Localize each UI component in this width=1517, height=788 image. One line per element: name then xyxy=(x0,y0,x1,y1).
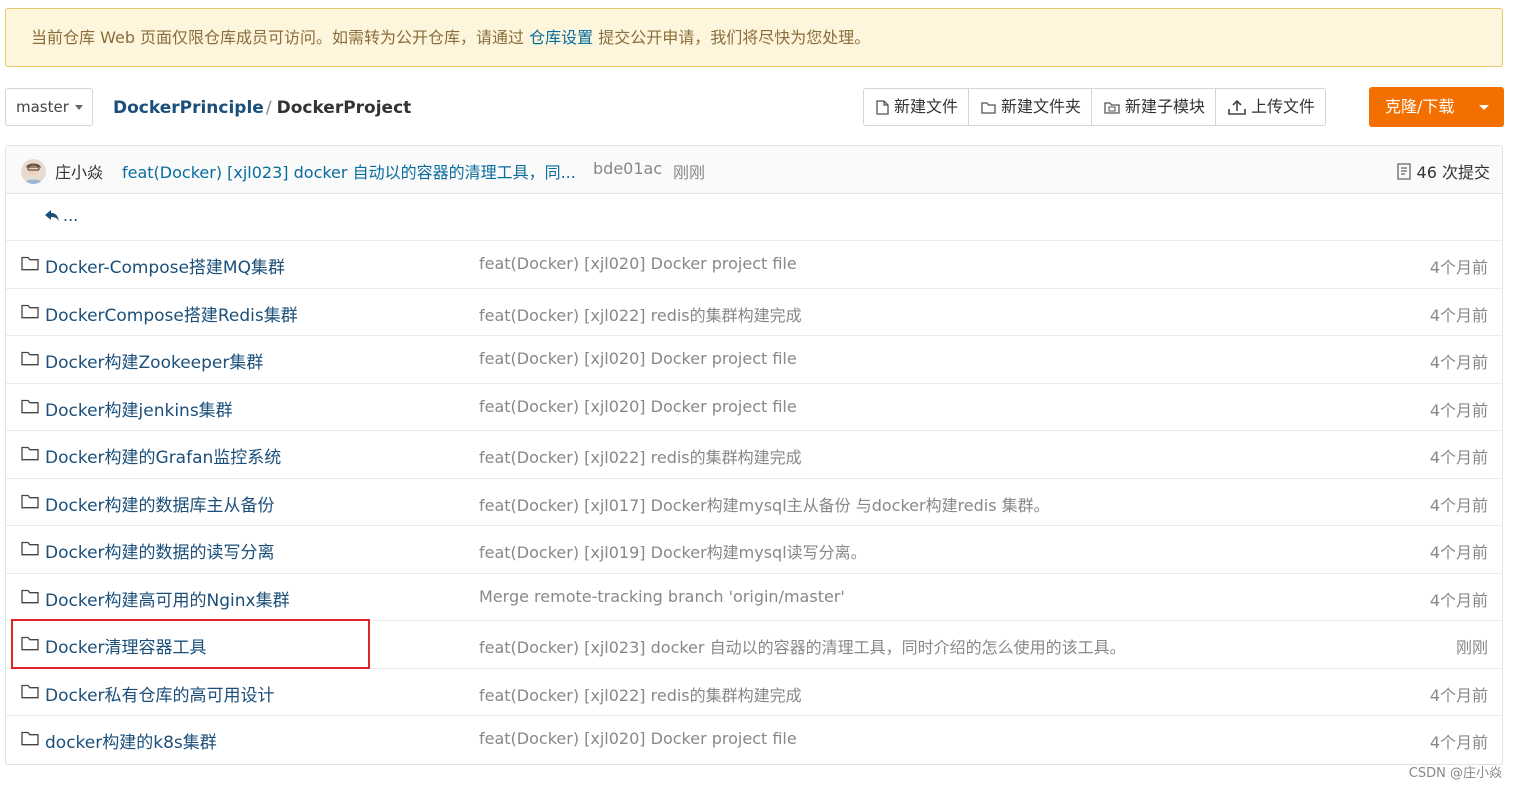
file-row[interactable]: docker构建的k8s集群 feat(Docker) [xjl020] Dock… xyxy=(6,716,1502,764)
folder-icon xyxy=(981,101,996,114)
avatar[interactable] xyxy=(21,159,46,184)
file-commit-time: 4个月前 xyxy=(1429,353,1488,372)
upload-file-label: 上传文件 xyxy=(1251,97,1316,116)
file-commit-message[interactable]: feat(Docker) [xjl017] Docker构建mysql主从备份 … xyxy=(479,492,1050,516)
folder-icon xyxy=(21,494,39,508)
highlight-box xyxy=(11,619,370,669)
breadcrumb-separator: / xyxy=(265,98,272,118)
file-commit-message[interactable]: feat(Docker) [xjl020] Docker project fil… xyxy=(479,349,797,368)
file-commit-time: 4个月前 xyxy=(1429,733,1488,752)
file-name-link[interactable]: Docker构建高可用的Nginx集群 xyxy=(45,586,290,611)
file-row[interactable]: Docker构建Zookeeper集群 feat(Docker) [xjl020]… xyxy=(6,336,1502,384)
file-commit-time: 4个月前 xyxy=(1429,590,1488,610)
last-commit-bar: 庄小焱 feat(Docker) [xjl023] docker 自动以的容器的… xyxy=(6,146,1502,194)
file-commit-time: 4个月前 xyxy=(1429,305,1488,325)
file-name-link[interactable]: Docker构建的Grafan监控系统 xyxy=(45,443,281,468)
file-row[interactable]: Docker私有仓库的高可用设计 feat(Docker) [xjl022] re… xyxy=(6,669,1502,716)
commit-time: 刚刚 xyxy=(673,163,706,182)
file-row[interactable]: Docker构建的数据库主从备份 feat(Docker) [xjl017] Do… xyxy=(6,479,1502,526)
file-name-link[interactable]: docker构建的k8s集群 xyxy=(45,728,217,753)
file-commit-message[interactable]: feat(Docker) [xjl020] Docker project fil… xyxy=(479,254,797,273)
file-tree: 庄小焱 feat(Docker) [xjl023] docker 自动以的容器的… xyxy=(5,145,1503,765)
folder-icon xyxy=(21,256,39,271)
back-link[interactable]: ... xyxy=(44,206,78,225)
file-name-link[interactable]: Docker-Compose搭建MQ集群 xyxy=(45,253,285,278)
chevron-down-icon xyxy=(75,105,83,110)
folder-icon xyxy=(21,541,39,556)
breadcrumb-current: DockerProject xyxy=(276,98,412,118)
file-commit-time: 4个月前 xyxy=(1429,258,1488,277)
file-commit-message[interactable]: Merge remote-tracking branch 'origin/mas… xyxy=(479,587,845,606)
file-row[interactable]: Docker构建jenkins集群 feat(Docker) [xjl020] D… xyxy=(6,384,1502,431)
upload-file-button[interactable]: 上传文件 xyxy=(1216,89,1325,125)
breadcrumb: DockerPrinciple / DockerProject xyxy=(113,98,411,118)
commit-message[interactable]: feat(Docker) [xjl023] docker 自动以的容器的清理工具… xyxy=(122,159,576,183)
chevron-down-icon xyxy=(1479,105,1489,110)
file-actions-toolbar: 新建文件 新建文件夹 新建子模块 上传文件 xyxy=(863,88,1327,126)
file-commit-message[interactable]: feat(Docker) [xjl022] redis的集群构建完成 xyxy=(479,682,802,706)
folder-icon xyxy=(21,731,39,746)
repo-visibility-notice: 当前仓库 Web 页面仅限仓库成员可访问。如需转为公开仓库，请通过 仓库设置 提… xyxy=(5,8,1503,67)
upload-icon xyxy=(1228,99,1246,115)
commit-count: 46 次提交 xyxy=(1416,163,1490,182)
submodule-icon xyxy=(1104,101,1120,114)
file-row[interactable]: Docker构建的数据的读写分离 feat(Docker) [xjl019] Do… xyxy=(6,526,1502,574)
new-file-button[interactable]: 新建文件 xyxy=(864,89,970,125)
folder-icon xyxy=(21,684,39,698)
file-commit-time: 4个月前 xyxy=(1429,400,1488,420)
file-commit-time: 4个月前 xyxy=(1429,685,1488,705)
watermark: CSDN @庄小焱 xyxy=(1408,766,1502,781)
file-commit-message[interactable]: feat(Docker) [xjl023] docker 自动以的容器的清理工具… xyxy=(479,634,1126,658)
new-file-label: 新建文件 xyxy=(894,97,959,116)
history-icon xyxy=(1396,162,1411,180)
folder-icon xyxy=(21,304,39,318)
clone-download-label: 克隆/下载 xyxy=(1385,97,1455,116)
folder-icon xyxy=(21,589,39,603)
file-commit-message[interactable]: feat(Docker) [xjl020] Docker project fil… xyxy=(479,729,797,748)
commit-sha[interactable]: bde01ac xyxy=(593,159,662,178)
breadcrumb-parent[interactable]: DockerPrinciple xyxy=(113,98,264,118)
file-icon xyxy=(876,99,889,115)
notice-text-after: 提交公开申请，我们将尽快为您处理。 xyxy=(593,28,871,47)
commit-count-link[interactable]: 46 次提交 xyxy=(1396,159,1490,183)
file-commit-message[interactable]: feat(Docker) [xjl019] Docker构建mysql读写分离。 xyxy=(479,539,867,563)
file-name-link[interactable]: Docker构建的数据的读写分离 xyxy=(45,538,275,563)
new-submodule-label: 新建子模块 xyxy=(1125,97,1206,116)
parent-directory-row[interactable]: ... xyxy=(6,194,1502,241)
file-commit-time: 4个月前 xyxy=(1429,543,1488,562)
back-label: ... xyxy=(63,206,79,225)
new-folder-label: 新建文件夹 xyxy=(1001,97,1082,116)
file-row[interactable]: Docker-Compose搭建MQ集群 feat(Docker) [xjl020… xyxy=(6,241,1502,289)
file-name-link[interactable]: Docker私有仓库的高可用设计 xyxy=(45,681,275,706)
clone-download-button[interactable]: 克隆/下载 xyxy=(1369,87,1504,127)
file-row[interactable]: Docker构建的Grafan监控系统 feat(Docker) [xjl022]… xyxy=(6,431,1502,479)
reply-arrow-icon xyxy=(45,210,59,221)
branch-label: master xyxy=(16,98,69,116)
folder-icon xyxy=(21,351,39,366)
new-submodule-button[interactable]: 新建子模块 xyxy=(1092,89,1217,125)
branch-selector[interactable]: master xyxy=(5,88,93,126)
folder-icon xyxy=(21,399,39,413)
commit-author[interactable]: 庄小焱 xyxy=(55,159,103,183)
new-folder-button[interactable]: 新建文件夹 xyxy=(969,89,1093,125)
file-name-link[interactable]: DockerCompose搭建Redis集群 xyxy=(45,301,298,326)
file-commit-time: 4个月前 xyxy=(1429,448,1488,467)
file-commit-message[interactable]: feat(Docker) [xjl020] Docker project fil… xyxy=(479,397,797,416)
file-name-link[interactable]: Docker构建jenkins集群 xyxy=(45,396,233,421)
file-row[interactable]: Docker清理容器工具 feat(Docker) [xjl023] docker… xyxy=(6,619,1502,669)
file-name-link[interactable]: Docker构建Zookeeper集群 xyxy=(45,348,263,373)
repo-settings-link[interactable]: 仓库设置 xyxy=(529,28,593,47)
notice-text-before: 当前仓库 Web 页面仅限仓库成员可访问。如需转为公开仓库，请通过 xyxy=(31,28,530,47)
file-name-link[interactable]: Docker构建的数据库主从备份 xyxy=(45,491,275,516)
file-commit-time: 4个月前 xyxy=(1429,495,1488,515)
file-commit-message[interactable]: feat(Docker) [xjl022] redis的集群构建完成 xyxy=(479,302,802,326)
file-commit-message[interactable]: feat(Docker) [xjl022] redis的集群构建完成 xyxy=(479,444,802,468)
file-row[interactable]: DockerCompose搭建Redis集群 feat(Docker) [xjl0… xyxy=(6,289,1502,336)
folder-icon xyxy=(21,446,39,461)
file-row[interactable]: Docker构建高可用的Nginx集群 Merge remote-tracking… xyxy=(6,574,1502,621)
file-commit-time: 刚刚 xyxy=(1455,638,1488,657)
